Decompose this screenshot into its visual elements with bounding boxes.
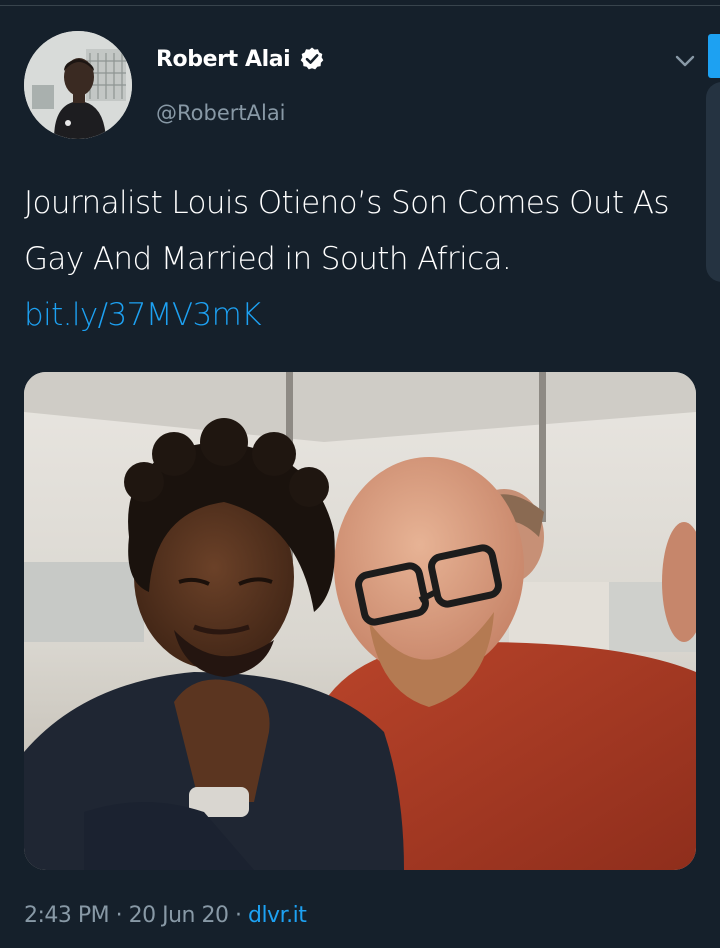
- avatar[interactable]: [24, 31, 132, 139]
- tweet-link[interactable]: bit.ly/37MV3mK: [24, 297, 262, 333]
- tweet-body: Journalist Louis Otieno’s Son Comes Out …: [24, 175, 689, 343]
- tweet: Robert Alai @RobertAlai Journalist Louis…: [0, 0, 720, 948]
- tweet-time: 2:43 PM: [24, 903, 110, 928]
- author-handle[interactable]: @RobertAlai: [156, 101, 286, 125]
- tweet-source-link[interactable]: dlvr.it: [248, 903, 307, 928]
- tweet-metadata: 2:43 PM · 20 Jun 20 · dlvr.it: [24, 903, 307, 928]
- more-options-button[interactable]: [670, 46, 700, 76]
- verified-badge-icon: [299, 46, 325, 72]
- meta-separator: ·: [228, 903, 248, 928]
- tweet-photo[interactable]: [24, 372, 696, 870]
- author-display-name[interactable]: Robert Alai: [156, 47, 291, 72]
- chevron-down-icon: [675, 55, 695, 67]
- avatar-image: [24, 31, 132, 139]
- meta-separator: ·: [109, 903, 129, 928]
- photo-image: [24, 372, 696, 870]
- author-row: Robert Alai: [156, 46, 325, 72]
- tweet-date: 20 Jun 20: [128, 903, 229, 928]
- tweet-text: Journalist Louis Otieno’s Son Comes Out …: [24, 185, 670, 277]
